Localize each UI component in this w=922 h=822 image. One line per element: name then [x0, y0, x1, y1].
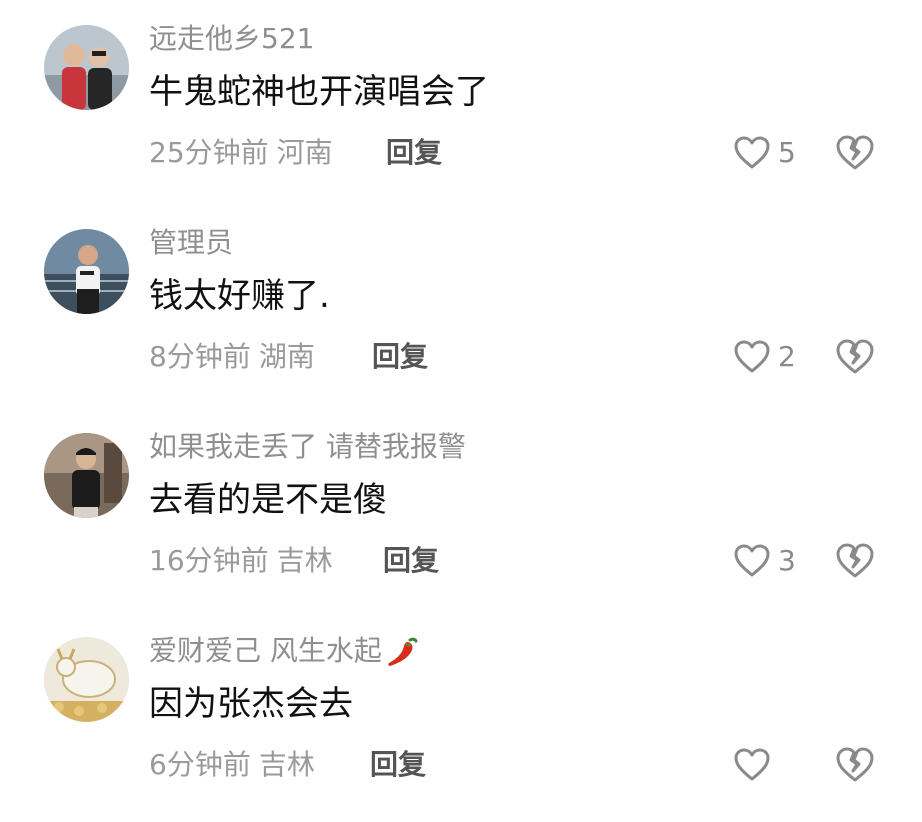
comment-item: 远走他乡521 牛鬼蛇神也开演唱会了 25分钟前 河南 回复 5: [0, 0, 922, 204]
reply-button[interactable]: 回复: [386, 133, 442, 173]
reply-button[interactable]: 回复: [372, 337, 428, 377]
comment-item: 管理员 钱太好赚了. 8分钟前 湖南 回复 2: [0, 204, 922, 408]
broken-heart-icon[interactable]: [836, 338, 874, 376]
comment-meta: 25分钟前 河南: [149, 133, 333, 173]
comment-meta: 6分钟前 吉林: [149, 745, 315, 785]
heart-icon: [734, 748, 770, 781]
username[interactable]: 爱财爱己 风生水起: [149, 631, 420, 671]
avatar[interactable]: [44, 433, 129, 518]
like-count: 5: [778, 136, 796, 169]
heart-icon: [734, 340, 770, 373]
like-button[interactable]: [734, 745, 778, 785]
like-count: 3: [778, 544, 796, 577]
comment-meta: 8分钟前 湖南: [149, 337, 315, 377]
comment-text: 钱太好赚了.: [149, 276, 330, 316]
chili-pepper-icon: [388, 637, 418, 666]
broken-heart-icon[interactable]: [836, 134, 874, 172]
comment-text: 去看的是不是傻: [149, 480, 387, 520]
like-count: 2: [778, 340, 796, 373]
username[interactable]: 如果我走丢了 请替我报警: [149, 427, 466, 467]
comment-time: 6分钟前: [149, 748, 251, 781]
reply-button[interactable]: 回复: [383, 541, 439, 581]
username[interactable]: 管理员: [149, 223, 233, 263]
username[interactable]: 远走他乡521: [149, 19, 314, 59]
like-button[interactable]: 3: [734, 541, 796, 581]
comment-location: 河南: [276, 136, 333, 169]
comment-text: 牛鬼蛇神也开演唱会了: [149, 72, 489, 112]
comment-time: 16分钟前: [149, 544, 269, 577]
heart-icon: [734, 544, 770, 577]
comment-meta: 16分钟前 吉林: [149, 541, 333, 581]
comment-item: 爱财爱己 风生水起 因为张杰会去 6分钟前 吉林 回复: [0, 612, 922, 816]
avatar[interactable]: [44, 637, 129, 722]
avatar[interactable]: [44, 25, 129, 110]
comment-time: 25分钟前: [149, 136, 269, 169]
comment-item: 如果我走丢了 请替我报警 去看的是不是傻 16分钟前 吉林 回复 3: [0, 408, 922, 612]
comment-location: 吉林: [276, 544, 333, 577]
broken-heart-icon[interactable]: [836, 542, 874, 580]
heart-icon: [734, 136, 770, 169]
avatar[interactable]: [44, 229, 129, 314]
comment-location: 湖南: [258, 340, 315, 373]
reply-button[interactable]: 回复: [370, 745, 426, 785]
like-button[interactable]: 5: [734, 133, 796, 173]
comment-text: 因为张杰会去: [149, 684, 353, 724]
broken-heart-icon[interactable]: [836, 746, 874, 784]
comment-time: 8分钟前: [149, 340, 251, 373]
username-text: 爱财爱己 风生水起: [149, 634, 382, 667]
like-button[interactable]: 2: [734, 337, 796, 377]
comment-location: 吉林: [258, 748, 315, 781]
